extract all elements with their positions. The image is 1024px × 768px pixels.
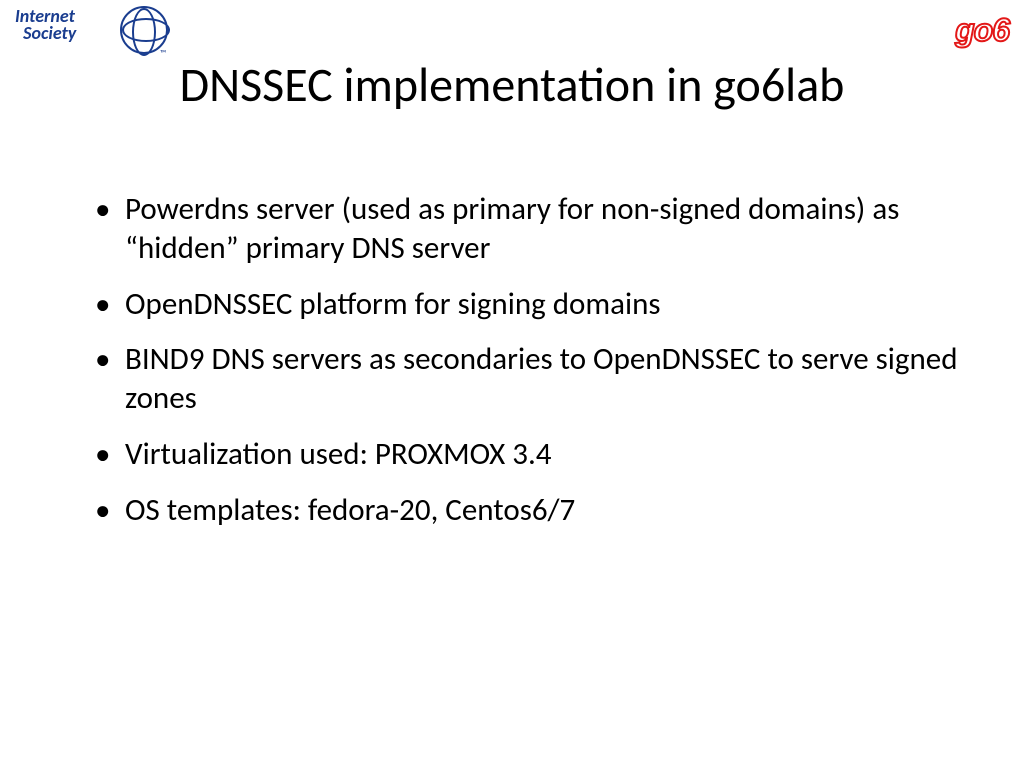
internet-society-logo: Internet Society <box>15 8 76 42</box>
list-item: BIND9 DNS servers as secondaries to Open… <box>95 340 964 418</box>
list-item: OS templates: fedora-20, Centos6/7 <box>95 491 964 530</box>
list-item: Virtualization used: PROXMOX 3.4 <box>95 435 964 474</box>
list-item: Powerdns server (used as primary for non… <box>95 190 964 268</box>
go6-logo: go6 <box>955 12 1009 49</box>
logo-text-line2: Society <box>23 22 76 44</box>
globe-icon <box>120 6 168 54</box>
slide-title: DNSSEC implementation in go6lab <box>0 55 1024 114</box>
bullet-list: Powerdns server (used as primary for non… <box>95 190 964 529</box>
slide-content: Powerdns server (used as primary for non… <box>95 190 964 546</box>
list-item: OpenDNSSEC platform for signing domains <box>95 285 964 324</box>
